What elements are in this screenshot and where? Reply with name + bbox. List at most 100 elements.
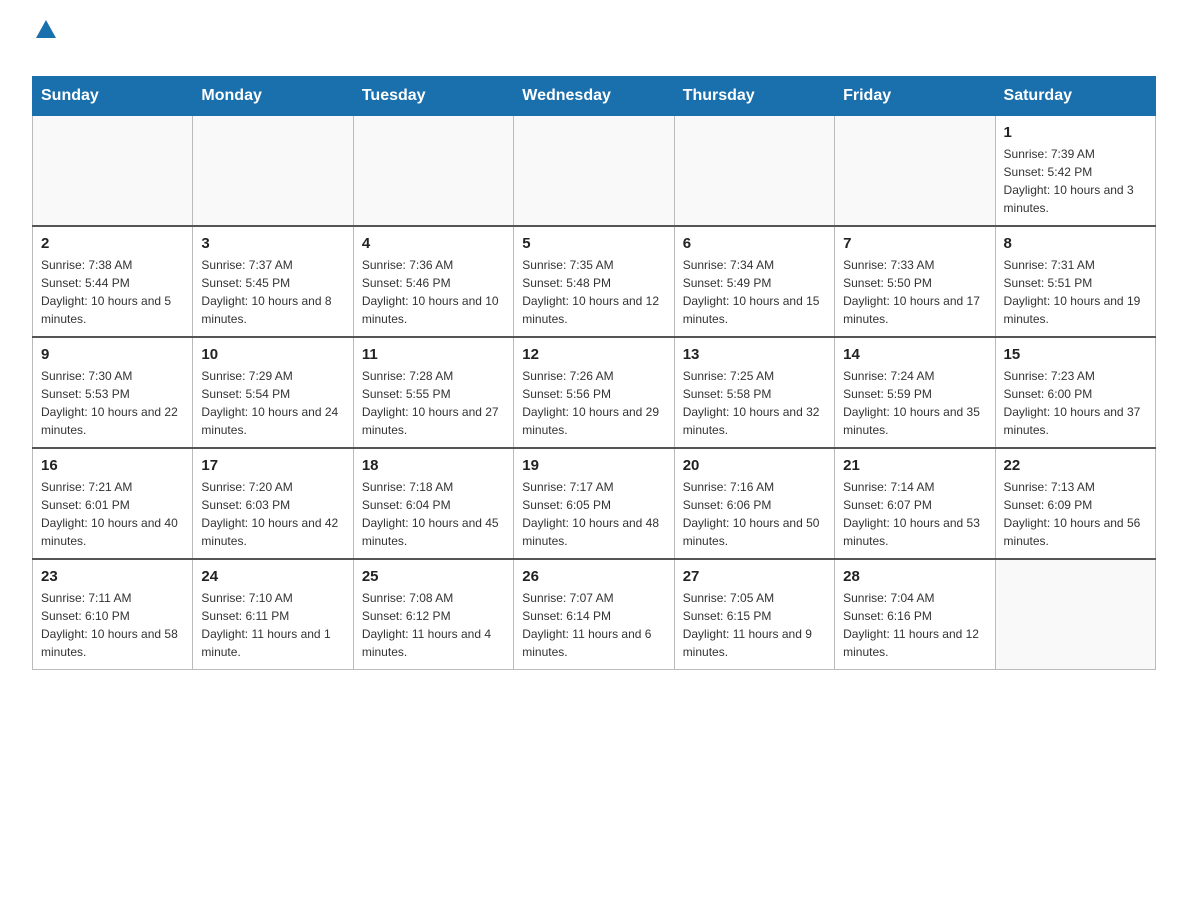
- calendar-cell: 15 Sunrise: 7:23 AMSunset: 6:00 PMDayligh…: [995, 337, 1155, 448]
- day-of-week-header: Tuesday: [353, 77, 513, 116]
- calendar-cell: 10Sunrise: 7:29 AMSunset: 5:54 PMDayligh…: [193, 337, 353, 448]
- calendar-cell: 5 Sunrise: 7:35 AMSunset: 5:48 PMDaylight…: [514, 226, 674, 337]
- calendar-cell: 19 Sunrise: 7:17 AMSunset: 6:05 PMDayligh…: [514, 448, 674, 559]
- day-of-week-header: Friday: [835, 77, 995, 116]
- day-sun-info: Sunrise: 7:31 AMSunset: 5:51 PMDaylight:…: [1004, 256, 1147, 328]
- calendar-cell: 17 Sunrise: 7:20 AMSunset: 6:03 PMDayligh…: [193, 448, 353, 559]
- day-sun-info: Sunrise: 7:26 AMSunset: 5:56 PMDaylight:…: [522, 367, 665, 439]
- day-of-week-header: Wednesday: [514, 77, 674, 116]
- calendar-cell: 23 Sunrise: 7:11 AMSunset: 6:10 PMDayligh…: [33, 559, 193, 670]
- day-number: 15: [1004, 346, 1147, 363]
- calendar-week-row: 2Sunrise: 7:38 AMSunset: 5:44 PMDaylight…: [33, 226, 1156, 337]
- day-sun-info: Sunrise: 7:20 AMSunset: 6:03 PMDaylight:…: [201, 478, 344, 550]
- day-number: 18: [362, 457, 505, 474]
- calendar-header-row: SundayMondayTuesdayWednesdayThursdayFrid…: [33, 77, 1156, 116]
- day-sun-info: Sunrise: 7:04 AMSunset: 6:16 PMDaylight:…: [843, 589, 986, 661]
- day-sun-info: Sunrise: 7:21 AMSunset: 6:01 PMDaylight:…: [41, 478, 184, 550]
- day-sun-info: Sunrise: 7:36 AMSunset: 5:46 PMDaylight:…: [362, 256, 505, 328]
- day-sun-info: Sunrise: 7:10 AMSunset: 6:11 PMDaylight:…: [201, 589, 344, 661]
- day-sun-info: Sunrise: 7:37 AMSunset: 5:45 PMDaylight:…: [201, 256, 344, 328]
- day-number: 19: [522, 457, 665, 474]
- day-sun-info: Sunrise: 7:08 AMSunset: 6:12 PMDaylight:…: [362, 589, 505, 661]
- day-number: 8: [1004, 235, 1147, 252]
- calendar-cell: 13 Sunrise: 7:25 AMSunset: 5:58 PMDayligh…: [674, 337, 834, 448]
- day-sun-info: Sunrise: 7:05 AMSunset: 6:15 PMDaylight:…: [683, 589, 826, 661]
- calendar-cell: 20 Sunrise: 7:16 AMSunset: 6:06 PMDayligh…: [674, 448, 834, 559]
- day-number: 23: [41, 568, 184, 585]
- calendar-cell: 25 Sunrise: 7:08 AMSunset: 6:12 PMDayligh…: [353, 559, 513, 670]
- day-number: 3: [201, 235, 344, 252]
- calendar-cell: 12 Sunrise: 7:26 AMSunset: 5:56 PMDayligh…: [514, 337, 674, 448]
- logo: General: [32, 24, 114, 60]
- calendar-cell: 18 Sunrise: 7:18 AMSunset: 6:04 PMDayligh…: [353, 448, 513, 559]
- day-sun-info: Sunrise: 7:14 AMSunset: 6:07 PMDaylight:…: [843, 478, 986, 550]
- day-number: 17: [201, 457, 344, 474]
- day-number: 5: [522, 235, 665, 252]
- day-number: 14: [843, 346, 986, 363]
- day-number: 1: [1004, 124, 1147, 141]
- calendar-cell: [193, 116, 353, 227]
- day-number: 7: [843, 235, 986, 252]
- day-sun-info: Sunrise: 7:34 AMSunset: 5:49 PMDaylight:…: [683, 256, 826, 328]
- day-of-week-header: Sunday: [33, 77, 193, 116]
- calendar-cell: 22 Sunrise: 7:13 AMSunset: 6:09 PMDayligh…: [995, 448, 1155, 559]
- calendar-cell: 1 Sunrise: 7:39 AMSunset: 5:42 PMDaylight…: [995, 116, 1155, 227]
- calendar-cell: 28 Sunrise: 7:04 AMSunset: 6:16 PMDayligh…: [835, 559, 995, 670]
- calendar-cell: 24 Sunrise: 7:10 AMSunset: 6:11 PMDayligh…: [193, 559, 353, 670]
- day-sun-info: Sunrise: 7:16 AMSunset: 6:06 PMDaylight:…: [683, 478, 826, 550]
- day-number: 9: [41, 346, 184, 363]
- calendar-cell: 21Sunrise: 7:14 AMSunset: 6:07 PMDayligh…: [835, 448, 995, 559]
- day-of-week-header: Monday: [193, 77, 353, 116]
- calendar-week-row: 16 Sunrise: 7:21 AMSunset: 6:01 PMDayligh…: [33, 448, 1156, 559]
- day-number: 12: [522, 346, 665, 363]
- day-number: 16: [41, 457, 184, 474]
- calendar-cell: 9 Sunrise: 7:30 AMSunset: 5:53 PMDaylight…: [33, 337, 193, 448]
- calendar-cell: 14 Sunrise: 7:24 AMSunset: 5:59 PMDayligh…: [835, 337, 995, 448]
- day-sun-info: Sunrise: 7:24 AMSunset: 5:59 PMDaylight:…: [843, 367, 986, 439]
- day-sun-info: Sunrise: 7:13 AMSunset: 6:09 PMDaylight:…: [1004, 478, 1147, 550]
- calendar-cell: 3 Sunrise: 7:37 AMSunset: 5:45 PMDaylight…: [193, 226, 353, 337]
- day-number: 20: [683, 457, 826, 474]
- day-sun-info: Sunrise: 7:29 AMSunset: 5:54 PMDaylight:…: [201, 367, 344, 439]
- calendar-cell: [353, 116, 513, 227]
- day-sun-info: Sunrise: 7:30 AMSunset: 5:53 PMDaylight:…: [41, 367, 184, 439]
- calendar-cell: [674, 116, 834, 227]
- day-number: 27: [683, 568, 826, 585]
- day-sun-info: Sunrise: 7:35 AMSunset: 5:48 PMDaylight:…: [522, 256, 665, 328]
- day-sun-info: Sunrise: 7:28 AMSunset: 5:55 PMDaylight:…: [362, 367, 505, 439]
- calendar-cell: 11Sunrise: 7:28 AMSunset: 5:55 PMDayligh…: [353, 337, 513, 448]
- calendar-cell: 2Sunrise: 7:38 AMSunset: 5:44 PMDaylight…: [33, 226, 193, 337]
- calendar-week-row: 23 Sunrise: 7:11 AMSunset: 6:10 PMDayligh…: [33, 559, 1156, 670]
- day-number: 24: [201, 568, 344, 585]
- day-sun-info: Sunrise: 7:11 AMSunset: 6:10 PMDaylight:…: [41, 589, 184, 661]
- day-sun-info: Sunrise: 7:33 AMSunset: 5:50 PMDaylight:…: [843, 256, 986, 328]
- calendar-cell: 6 Sunrise: 7:34 AMSunset: 5:49 PMDaylight…: [674, 226, 834, 337]
- day-number: 13: [683, 346, 826, 363]
- day-sun-info: Sunrise: 7:23 AMSunset: 6:00 PMDaylight:…: [1004, 367, 1147, 439]
- calendar-week-row: 1 Sunrise: 7:39 AMSunset: 5:42 PMDaylight…: [33, 116, 1156, 227]
- day-number: 25: [362, 568, 505, 585]
- page-header: General: [32, 24, 1156, 60]
- calendar-cell: 16 Sunrise: 7:21 AMSunset: 6:01 PMDayligh…: [33, 448, 193, 559]
- day-number: 22: [1004, 457, 1147, 474]
- day-number: 2: [41, 235, 184, 252]
- day-sun-info: Sunrise: 7:07 AMSunset: 6:14 PMDaylight:…: [522, 589, 665, 661]
- day-number: 26: [522, 568, 665, 585]
- calendar-cell: 8 Sunrise: 7:31 AMSunset: 5:51 PMDaylight…: [995, 226, 1155, 337]
- day-sun-info: Sunrise: 7:25 AMSunset: 5:58 PMDaylight:…: [683, 367, 826, 439]
- day-number: 6: [683, 235, 826, 252]
- calendar-table: SundayMondayTuesdayWednesdayThursdayFrid…: [32, 76, 1156, 670]
- day-sun-info: Sunrise: 7:17 AMSunset: 6:05 PMDaylight:…: [522, 478, 665, 550]
- calendar-cell: 4 Sunrise: 7:36 AMSunset: 5:46 PMDaylight…: [353, 226, 513, 337]
- day-sun-info: Sunrise: 7:18 AMSunset: 6:04 PMDaylight:…: [362, 478, 505, 550]
- calendar-cell: 26 Sunrise: 7:07 AMSunset: 6:14 PMDayligh…: [514, 559, 674, 670]
- calendar-cell: [835, 116, 995, 227]
- day-number: 4: [362, 235, 505, 252]
- calendar-cell: 27 Sunrise: 7:05 AMSunset: 6:15 PMDayligh…: [674, 559, 834, 670]
- day-sun-info: Sunrise: 7:39 AMSunset: 5:42 PMDaylight:…: [1004, 145, 1147, 217]
- calendar-cell: [33, 116, 193, 227]
- calendar-cell: [514, 116, 674, 227]
- day-number: 28: [843, 568, 986, 585]
- calendar-week-row: 9 Sunrise: 7:30 AMSunset: 5:53 PMDaylight…: [33, 337, 1156, 448]
- day-of-week-header: Saturday: [995, 77, 1155, 116]
